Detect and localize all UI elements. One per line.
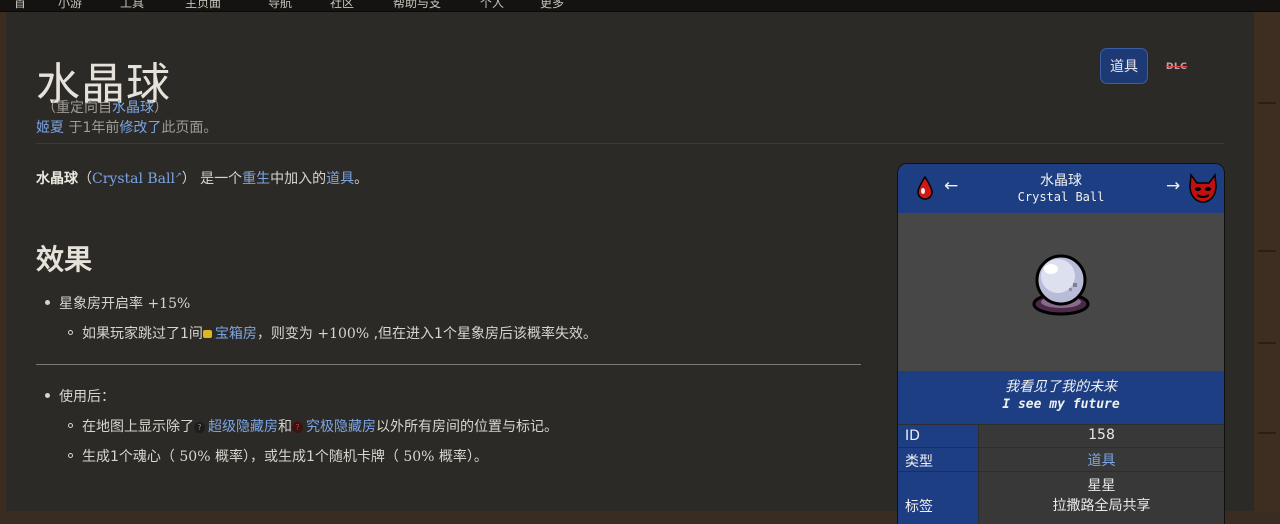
redirect-prefix: （重定向自: [42, 100, 112, 116]
effect-planetarium-chance: 星象房开启率 +15%: [59, 293, 190, 313]
intro-paragraph: 水晶球（Crystal Ball↗） 是一个重生中加入的道具。: [36, 168, 368, 188]
redirect-suffix: ）: [154, 100, 168, 116]
title-divider: [36, 143, 1224, 144]
super-secret-room-icon: ?: [194, 421, 205, 433]
edit-suffix: 此页面。: [161, 120, 218, 136]
row-value: 星星 拉撒路全局共享: [979, 472, 1224, 524]
tags-key: 标签: [905, 499, 933, 515]
effect-1-sub-middle: ，则变为: [256, 326, 313, 342]
effects-heading: 效果: [36, 243, 93, 276]
effect-2-sub2-text-3: 概率）。: [438, 449, 488, 465]
card-chance: 50%: [403, 449, 435, 465]
infobox-row-type: 类型 道具: [898, 448, 1224, 471]
intro-paren-open: （: [78, 171, 92, 187]
row-key: ID: [898, 425, 978, 447]
effect-spawn-pickup: 生成1个魂心（ 50% 概率），或生成1个随机卡牌（ 50% 概率）。: [82, 446, 488, 466]
nav-item-tools[interactable]: 工具: [120, 0, 144, 11]
effect-2-sub1-and: 和: [278, 419, 292, 435]
effect-treasure-room-note: 如果玩家跳过了1间 宝箱房，则变为 +100% ,但在进入1个星象房后该概率失效。: [82, 323, 597, 343]
intro-bold-name: 水晶球: [36, 171, 78, 187]
tag-star: 星星: [1087, 478, 1116, 494]
effect-2-sub1-suffix: 以外所有房间的位置与标记。: [376, 419, 558, 435]
next-item-arrow[interactable]: →: [1166, 176, 1180, 196]
effect-on-use: 使用后：: [59, 389, 115, 405]
effect-2-sub1-prefix: 在地图上显示除了: [82, 419, 194, 435]
sub-bullet-icon: [68, 453, 73, 458]
item-infobox: ← 水晶球 Crystal Ball → 我看见了我的未来 I see my f…: [897, 163, 1225, 524]
nav-item-more[interactable]: 更多: [540, 0, 564, 11]
effect-2-sub2-text-1: 生成1个魂心（: [82, 449, 175, 465]
super-secret-room-link[interactable]: 超级隐藏房: [208, 419, 278, 435]
rebirth-link[interactable]: 重生: [242, 171, 270, 187]
editor-link[interactable]: 姬夏: [36, 120, 64, 136]
soul-heart-chance: 50%: [179, 449, 211, 465]
infobox-header: ← 水晶球 Crystal Ball →: [898, 164, 1224, 213]
edit-history-link[interactable]: 修改了: [119, 120, 161, 136]
nav-item-navigation[interactable]: 导航: [268, 0, 292, 11]
last-edit-line: 姬夏 于1年前修改了此页面。: [36, 117, 217, 137]
nav-item-main-pages[interactable]: 主页面: [185, 0, 221, 11]
row-value: 道具: [979, 448, 1224, 471]
intro-text-2: 中加入的: [270, 171, 327, 187]
infobox-image-area: [898, 213, 1224, 371]
top-navigation-bar: 首 小游 工具 主页面 导航 社区 帮助与支 个人 更多: [0, 0, 1280, 12]
row-key: 类型: [898, 448, 978, 471]
intro-text-3: 。: [354, 171, 369, 187]
quote-chinese: 我看见了我的未来: [1005, 379, 1117, 395]
tag-lazarus-shared: 拉撒路全局共享: [1052, 498, 1151, 514]
effect-1-text: 星象房开启率: [59, 296, 143, 312]
nav-item-minigames[interactable]: 小游: [58, 0, 82, 11]
article-content: 水晶球 （重定向自水晶球） 姬夏 于1年前修改了此页面。 道具 DLC 水晶球（…: [6, 12, 1254, 524]
effect-1-sub-prefix: 如果玩家跳过了1间: [82, 326, 203, 342]
crystal-ball-sprite: [1032, 254, 1090, 316]
redirect-note: （重定向自水晶球）: [42, 97, 168, 117]
bullet-icon: [45, 393, 50, 398]
item-link[interactable]: 道具: [326, 171, 354, 187]
demon-face-icon[interactable]: [1188, 172, 1218, 204]
row-key: 标签: [898, 472, 978, 524]
dlc-icon: DLC: [1166, 62, 1188, 72]
row-value: 158: [979, 425, 1224, 447]
right-page-border: [1254, 12, 1280, 511]
effect-1-sub-value: +100%: [317, 326, 370, 342]
bullet-icon: [45, 300, 50, 305]
intro-text-1: 是一个: [195, 171, 243, 187]
sub-bullet-icon: [68, 330, 73, 335]
effect-map-reveal: 在地图上显示除了? 超级隐藏房和? 究极隐藏房以外所有房间的位置与标记。: [82, 416, 558, 436]
treasure-room-link[interactable]: 宝箱房: [215, 326, 257, 342]
ultra-secret-room-link[interactable]: 究极隐藏房: [306, 419, 376, 435]
quote-english: I see my future: [1002, 397, 1120, 412]
effect-2-sub2-text-2: 概率），或生成1个随机卡牌（: [214, 449, 399, 465]
effect-1-value: +15%: [147, 296, 191, 312]
nav-item-community[interactable]: 社区: [330, 0, 354, 11]
type-key: 类型: [905, 454, 933, 470]
sub-bullet-icon: [68, 423, 73, 428]
redirect-link[interactable]: 水晶球: [112, 100, 154, 116]
type-value-link[interactable]: 道具: [1088, 453, 1116, 469]
id-key: ID: [905, 428, 920, 444]
infobox-row-id: ID 158: [898, 425, 1224, 447]
ultra-secret-room-icon: ?: [292, 421, 303, 433]
nav-item-help[interactable]: 帮助与支: [393, 0, 441, 11]
infobox-row-tags: 标签 星星 拉撒路全局共享: [898, 472, 1224, 524]
treasure-room-icon: [202, 330, 212, 338]
nav-item-personal[interactable]: 个人: [480, 0, 504, 11]
edit-time: 于1年前: [64, 120, 120, 136]
external-link-icon: ↗: [175, 170, 182, 180]
infobox-quote: 我看见了我的未来 I see my future: [898, 371, 1224, 424]
item-category-badge[interactable]: 道具: [1100, 48, 1148, 84]
nav-item-home[interactable]: 首: [14, 0, 26, 11]
section-divider: [36, 364, 861, 365]
id-value: 158: [1088, 427, 1115, 443]
effect-1-sub-suffix: ,但在进入1个星象房后该概率失效。: [373, 326, 597, 342]
intro-paren-close: ）: [181, 171, 196, 187]
english-name-link[interactable]: Crystal Ball: [92, 171, 175, 187]
